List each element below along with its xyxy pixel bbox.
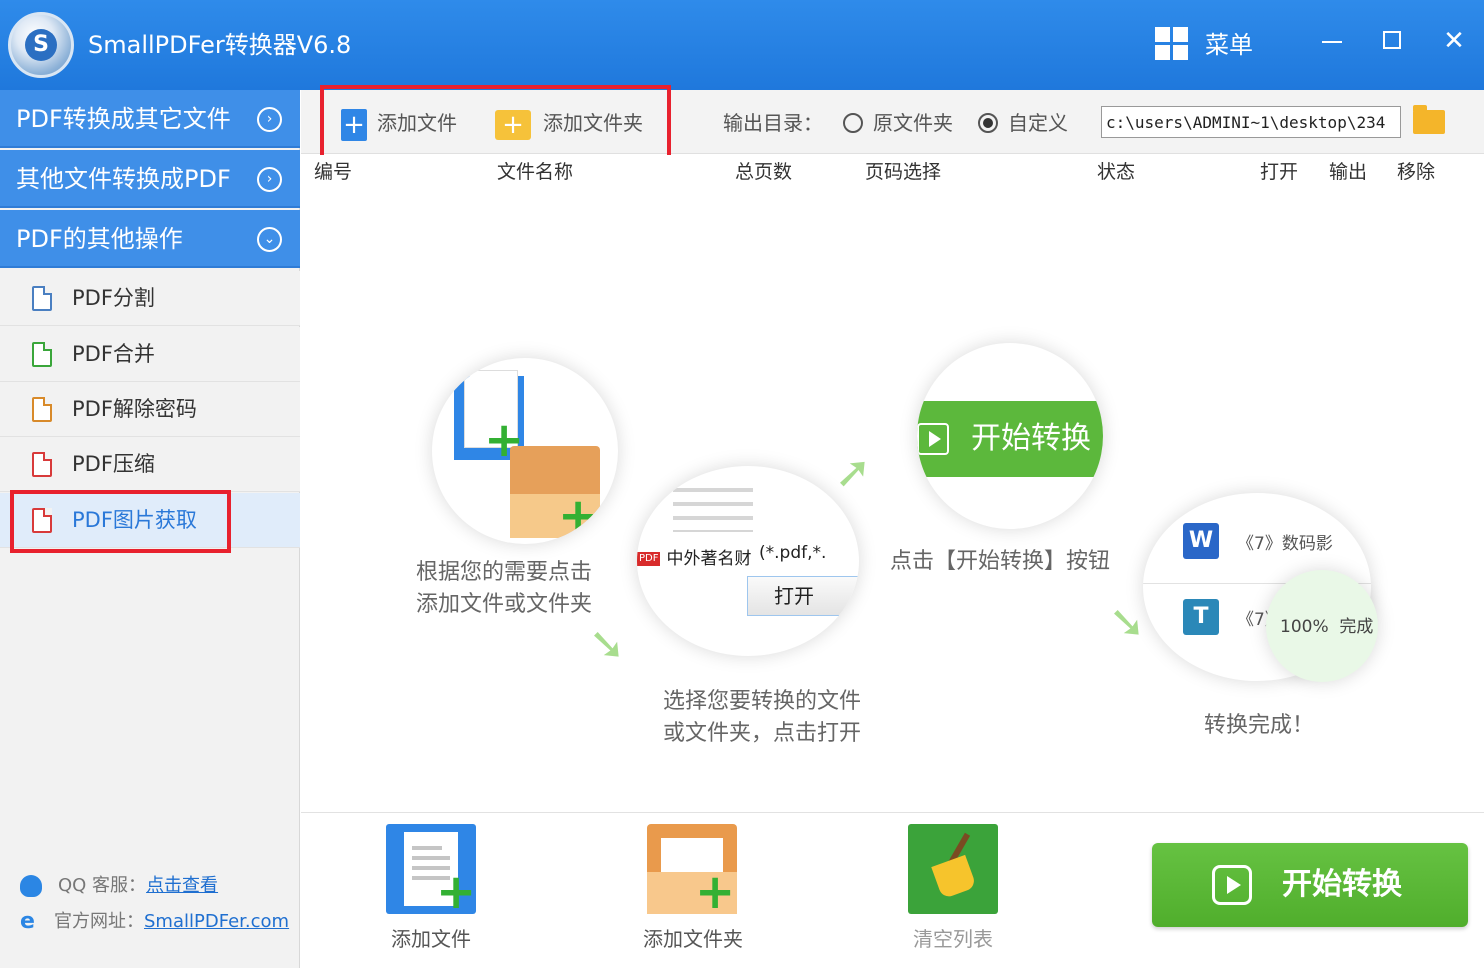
col-output: 输出 [1329, 161, 1368, 183]
col-page-select: 页码选择 [865, 161, 942, 183]
qq-support-link[interactable]: 点击查看 [146, 875, 218, 896]
sidebar-item-pdf-image-extract[interactable]: PDF图片获取 [0, 493, 300, 548]
step3-illustration: 开始转换 [917, 343, 1103, 529]
sidebar-category-pdf-other-ops[interactable]: PDF的其他操作 ⌄ [0, 210, 300, 268]
radio-unchecked-icon [843, 112, 863, 133]
app-title: SmallPDFer转换器V6.8 [88, 31, 352, 59]
plus-icon: + [695, 864, 736, 920]
text-file-icon: T [1183, 599, 1219, 635]
maximize-button[interactable] [1372, 24, 1412, 58]
word-icon: W [1183, 523, 1219, 559]
output-path-input[interactable] [1101, 106, 1401, 138]
step4-text: 转换完成！ [1204, 713, 1315, 738]
add-file-icon: + [341, 108, 367, 141]
chevron-down-icon: ⌄ [257, 227, 282, 252]
title-bar: S SmallPDFer转换器V6.8 菜单 ✕ [0, 0, 1484, 90]
maximize-icon [1383, 31, 1401, 49]
step3-text: 点击【开始转换】按钮 [890, 549, 1111, 574]
browse-folder-icon[interactable] [1413, 105, 1445, 134]
arrow-down-right-icon: ➘ [1108, 597, 1146, 648]
arrow-up-right-icon: ➚ [834, 447, 872, 498]
col-status: 状态 [1097, 161, 1136, 183]
pdf-file-icon [32, 397, 52, 422]
pdf-file-icon [32, 508, 52, 533]
bottom-divider [301, 812, 1484, 813]
bottom-clear-list-label[interactable]: 清空列表 [908, 924, 998, 954]
output-dir-label: 输出目录： [723, 111, 823, 135]
plus-icon: + [436, 864, 477, 920]
close-icon: ✕ [1443, 26, 1465, 56]
pdf-file-icon [32, 342, 52, 367]
official-site-link[interactable]: SmallPDFer.com [144, 911, 289, 932]
add-folder-button[interactable]: + 添加文件夹 [495, 105, 643, 141]
play-icon [1212, 865, 1252, 905]
file-table-header: 编号 文件名称 总页数 页码选择 状态 打开 输出 移除 [301, 155, 1484, 189]
illus-open-button: 打开 [747, 576, 859, 616]
col-total-pages: 总页数 [735, 161, 793, 183]
sidebar-item-pdf-unlock[interactable]: PDF解除密码 [0, 382, 300, 437]
col-remove: 移除 [1397, 161, 1436, 183]
col-filename: 文件名称 [497, 161, 574, 183]
pdf-tag-icon: PDF [637, 552, 661, 566]
radio-custom-folder[interactable]: 自定义 [978, 105, 1068, 141]
sidebar-category-pdf-to-other[interactable]: PDF转换成其它文件 › [0, 90, 300, 148]
minimize-icon [1322, 41, 1342, 43]
bottom-add-folder-label[interactable]: 添加文件夹 [637, 924, 749, 954]
start-convert-button[interactable]: 开始转换 [1152, 843, 1468, 927]
bottom-add-file-icon[interactable]: + [386, 824, 477, 920]
menu-grid-icon[interactable] [1155, 27, 1188, 60]
toolbar: + 添加文件 + 添加文件夹 输出目录： 原文件夹 自定义 [301, 90, 1484, 154]
broom-icon [931, 854, 977, 900]
sidebar: PDF转换成其它文件 › 其他文件转换成PDF › PDF的其他操作 ⌄ PDF… [0, 90, 300, 968]
bottom-add-folder-icon[interactable]: + [647, 824, 737, 920]
bottom-add-file-label[interactable]: 添加文件 [386, 924, 476, 954]
official-site: e 官方网址：SmallPDFer.com [20, 909, 290, 934]
app-logo-icon: S [8, 12, 74, 78]
step2-text: 选择您要转换的文件 或文件夹，点击打开 [662, 689, 861, 746]
radio-checked-icon [978, 112, 998, 133]
step1-text: 根据您的需要点击 添加文件或文件夹 [416, 560, 593, 617]
col-number: 编号 [314, 161, 353, 183]
add-file-button[interactable]: + 添加文件 [341, 105, 457, 141]
chevron-right-icon: › [257, 107, 282, 132]
menu-button[interactable]: 菜单 [1205, 28, 1253, 62]
radio-original-folder[interactable]: 原文件夹 [843, 105, 953, 141]
bottom-clear-list-icon[interactable] [908, 824, 998, 914]
step2-illustration: PDF 中外著名财 (*.pdf,*. 打开 [637, 466, 859, 656]
close-button[interactable]: ✕ [1434, 24, 1474, 58]
sidebar-category-other-to-pdf[interactable]: 其他文件转换成PDF › [0, 150, 300, 208]
plus-icon: + [558, 488, 599, 544]
chevron-right-icon: › [257, 167, 282, 192]
qq-penguin-icon [20, 875, 42, 897]
step1-illustration: + + [432, 358, 618, 544]
sidebar-item-pdf-compress[interactable]: PDF压缩 [0, 437, 300, 492]
step4-progress-bubble: 100% 完成 [1266, 570, 1378, 682]
qq-support: QQ 客服：点击查看 [20, 872, 218, 900]
sidebar-item-pdf-split[interactable]: PDF分割 [0, 271, 300, 326]
pdf-file-icon [32, 286, 52, 311]
sidebar-item-pdf-merge[interactable]: PDF合并 [0, 327, 300, 382]
arrow-down-right-icon: ➘ [588, 619, 626, 670]
col-open: 打开 [1260, 161, 1299, 183]
pdf-file-icon [32, 452, 52, 477]
add-folder-icon: + [495, 109, 531, 140]
minimize-button[interactable] [1312, 24, 1352, 58]
play-icon [917, 423, 949, 455]
browser-e-icon: e [20, 909, 35, 934]
